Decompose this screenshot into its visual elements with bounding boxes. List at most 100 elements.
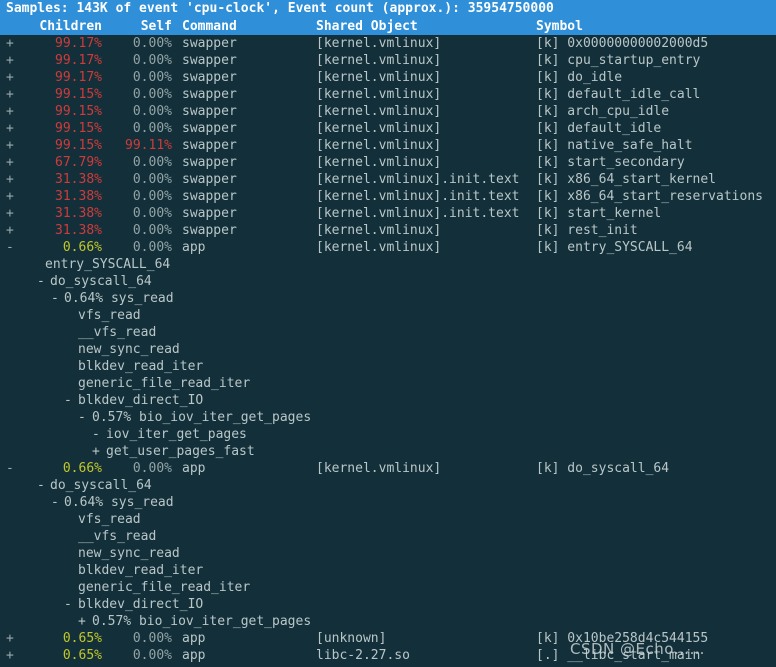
- column-header-shared-object[interactable]: Shared Object: [316, 18, 418, 35]
- table-row[interactable]: +0.65% 0.00% app [unknown] [k] 0x10be258d4c5…: [0, 630, 776, 647]
- cell-command: swapper: [182, 189, 237, 204]
- expand-toggle-icon[interactable]: +: [6, 137, 14, 154]
- callchain-row[interactable]: -0.57% bio_iov_iter_get_pages: [0, 409, 776, 426]
- collapse-toggle-icon[interactable]: -: [37, 477, 45, 494]
- callchain-row[interactable]: -0.64% sys_read: [0, 290, 776, 307]
- cell-children-percent: 99.17%: [55, 53, 102, 68]
- table-row[interactable]: +31.38% 0.00% swapper [kernel.vmlinux] [k] r…: [0, 222, 776, 239]
- callchain-row[interactable]: - blkdev_direct_IO: [0, 392, 776, 409]
- expand-toggle-icon[interactable]: +: [6, 647, 14, 664]
- collapse-toggle-icon[interactable]: -: [64, 596, 72, 613]
- callchain-row[interactable]: - do_syscall_64: [0, 477, 776, 494]
- column-header-symbol[interactable]: Symbol: [536, 18, 583, 35]
- column-header-self[interactable]: Self: [110, 18, 172, 35]
- cell-shared-object: [kernel.vmlinux].init.text: [316, 172, 520, 187]
- table-row[interactable]: +99.17% 0.00% swapper [kernel.vmlinux] [k] c…: [0, 52, 776, 69]
- table-row[interactable]: - 0.66% 0.00% app [kernel.vmlinux] [k] entry_…: [0, 239, 776, 256]
- table-row[interactable]: +99.17% 0.00% swapper [kernel.vmlinux] [k] 0…: [0, 35, 776, 52]
- table-row[interactable]: +99.15% 0.00% swapper [kernel.vmlinux] [k] d…: [0, 86, 776, 103]
- table-row[interactable]: +31.38% 0.00% swapper [kernel.vmlinux].init…: [0, 171, 776, 188]
- cell-symbol: [k] x86_64_start_kernel: [536, 172, 717, 187]
- collapse-toggle-icon[interactable]: -: [92, 426, 100, 443]
- cell-children-percent: 99.15%: [55, 138, 102, 153]
- collapse-toggle-icon[interactable]: -: [51, 494, 59, 511]
- expand-toggle-icon[interactable]: +: [6, 171, 14, 188]
- expand-toggle-icon[interactable]: +: [6, 86, 14, 103]
- cell-symbol: [k] native_safe_halt: [536, 138, 693, 153]
- table-row[interactable]: +99.15% 0.00% swapper [kernel.vmlinux] [k] d…: [0, 120, 776, 137]
- cell-self-percent: 0.00%: [132, 121, 172, 136]
- table-row[interactable]: +31.38% 0.00% swapper [kernel.vmlinux].init…: [0, 205, 776, 222]
- callchain-symbol: blkdev_direct_IO: [78, 393, 204, 408]
- expand-toggle-icon[interactable]: +: [6, 222, 14, 239]
- expand-toggle-icon[interactable]: +: [6, 120, 14, 137]
- cell-symbol: [k] 0x10be258d4c544155: [536, 631, 709, 646]
- collapse-toggle-icon[interactable]: -: [37, 273, 45, 290]
- table-row[interactable]: +0.65% 0.00% app libc-2.27.so [.] __libc_sta…: [0, 647, 776, 664]
- cell-symbol: [k] default_idle: [536, 121, 662, 136]
- table-row[interactable]: +31.38% 0.00% swapper [kernel.vmlinux].init…: [0, 188, 776, 205]
- callchain-row[interactable]: vfs_read: [0, 511, 776, 528]
- callchain-row[interactable]: generic_file_read_iter: [0, 375, 776, 392]
- expand-toggle-icon[interactable]: +: [78, 613, 86, 630]
- callchain-row[interactable]: blkdev_read_iter: [0, 358, 776, 375]
- expand-toggle-icon[interactable]: +: [6, 52, 14, 69]
- expand-toggle-icon[interactable]: +: [6, 188, 14, 205]
- callchain-row[interactable]: __vfs_read: [0, 528, 776, 545]
- callchain-symbol: __vfs_read: [78, 529, 157, 544]
- callchain-symbol: 0.64% sys_read: [64, 291, 174, 306]
- table-row[interactable]: +99.17% 0.00% swapper [kernel.vmlinux] [k] d…: [0, 69, 776, 86]
- callchain-row[interactable]: + get_user_pages_fast: [0, 443, 776, 460]
- cell-symbol: [k] start_kernel: [536, 206, 662, 221]
- cell-shared-object: [kernel.vmlinux].init.text: [316, 189, 520, 204]
- column-header-children[interactable]: Children: [30, 18, 102, 35]
- callchain-row[interactable]: __vfs_read: [0, 324, 776, 341]
- collapse-toggle-icon[interactable]: -: [64, 392, 72, 409]
- cell-command: swapper: [182, 172, 237, 187]
- cell-symbol: [k] do_idle: [536, 70, 623, 85]
- cell-symbol: [k] rest_init: [536, 223, 638, 238]
- collapse-toggle-icon[interactable]: -: [78, 409, 86, 426]
- collapse-toggle-icon[interactable]: -: [6, 239, 14, 256]
- expand-toggle-icon[interactable]: +: [92, 443, 100, 460]
- cell-command: swapper: [182, 36, 237, 51]
- expand-toggle-icon[interactable]: +: [6, 69, 14, 86]
- table-row[interactable]: +99.15% 99.11% swapper [kernel.vmlinux] [k] …: [0, 137, 776, 154]
- callchain-row[interactable]: generic_file_read_iter: [0, 579, 776, 596]
- cell-symbol: [k] entry_SYSCALL_64: [536, 240, 693, 255]
- table-row[interactable]: +67.79% 0.00% swapper [kernel.vmlinux] [k] s…: [0, 154, 776, 171]
- cell-children-percent: 31.38%: [55, 172, 102, 187]
- expand-toggle-icon[interactable]: +: [6, 154, 14, 171]
- cell-symbol: [k] default_idle_call: [536, 87, 701, 102]
- collapse-toggle-icon[interactable]: -: [6, 460, 14, 477]
- expand-toggle-icon[interactable]: +: [6, 103, 14, 120]
- table-row[interactable]: +99.15% 0.00% swapper [kernel.vmlinux] [k] a…: [0, 103, 776, 120]
- cell-children-percent: 99.15%: [55, 87, 102, 102]
- cell-command: swapper: [182, 138, 237, 153]
- callchain-row[interactable]: entry_SYSCALL_64: [0, 256, 776, 273]
- callchain-row[interactable]: vfs_read: [0, 307, 776, 324]
- callchain-row[interactable]: - blkdev_direct_IO: [0, 596, 776, 613]
- status-line: Samples: 143K of event 'cpu-clock', Even…: [0, 0, 776, 17]
- cell-children-percent: 67.79%: [55, 155, 102, 170]
- cell-command: app: [182, 461, 206, 476]
- callchain-symbol: vfs_read: [78, 512, 141, 527]
- table-row[interactable]: - 0.66% 0.00% app [kernel.vmlinux] [k] do_sys…: [0, 460, 776, 477]
- expand-toggle-icon[interactable]: +: [6, 205, 14, 222]
- callchain-row[interactable]: new_sync_read: [0, 341, 776, 358]
- callchain-row[interactable]: - iov_iter_get_pages: [0, 426, 776, 443]
- callchain-row[interactable]: blkdev_read_iter: [0, 562, 776, 579]
- callchain-row[interactable]: - do_syscall_64: [0, 273, 776, 290]
- cell-self-percent: 0.00%: [132, 223, 172, 238]
- expand-toggle-icon[interactable]: +: [6, 630, 14, 647]
- callchain-symbol: 0.57% bio_iov_iter_get_pages: [92, 410, 312, 425]
- callchain-row[interactable]: -0.64% sys_read: [0, 494, 776, 511]
- column-header-command[interactable]: Command: [182, 18, 237, 35]
- callchain-row[interactable]: +0.57% bio_iov_iter_get_pages: [0, 613, 776, 630]
- callchain-row[interactable]: new_sync_read: [0, 545, 776, 562]
- expand-toggle-icon[interactable]: +: [6, 35, 14, 52]
- cell-self-percent: 0.00%: [132, 461, 172, 476]
- collapse-toggle-icon[interactable]: -: [51, 290, 59, 307]
- callchain-symbol: do_syscall_64: [50, 274, 152, 289]
- cell-children-percent: 99.17%: [55, 36, 102, 51]
